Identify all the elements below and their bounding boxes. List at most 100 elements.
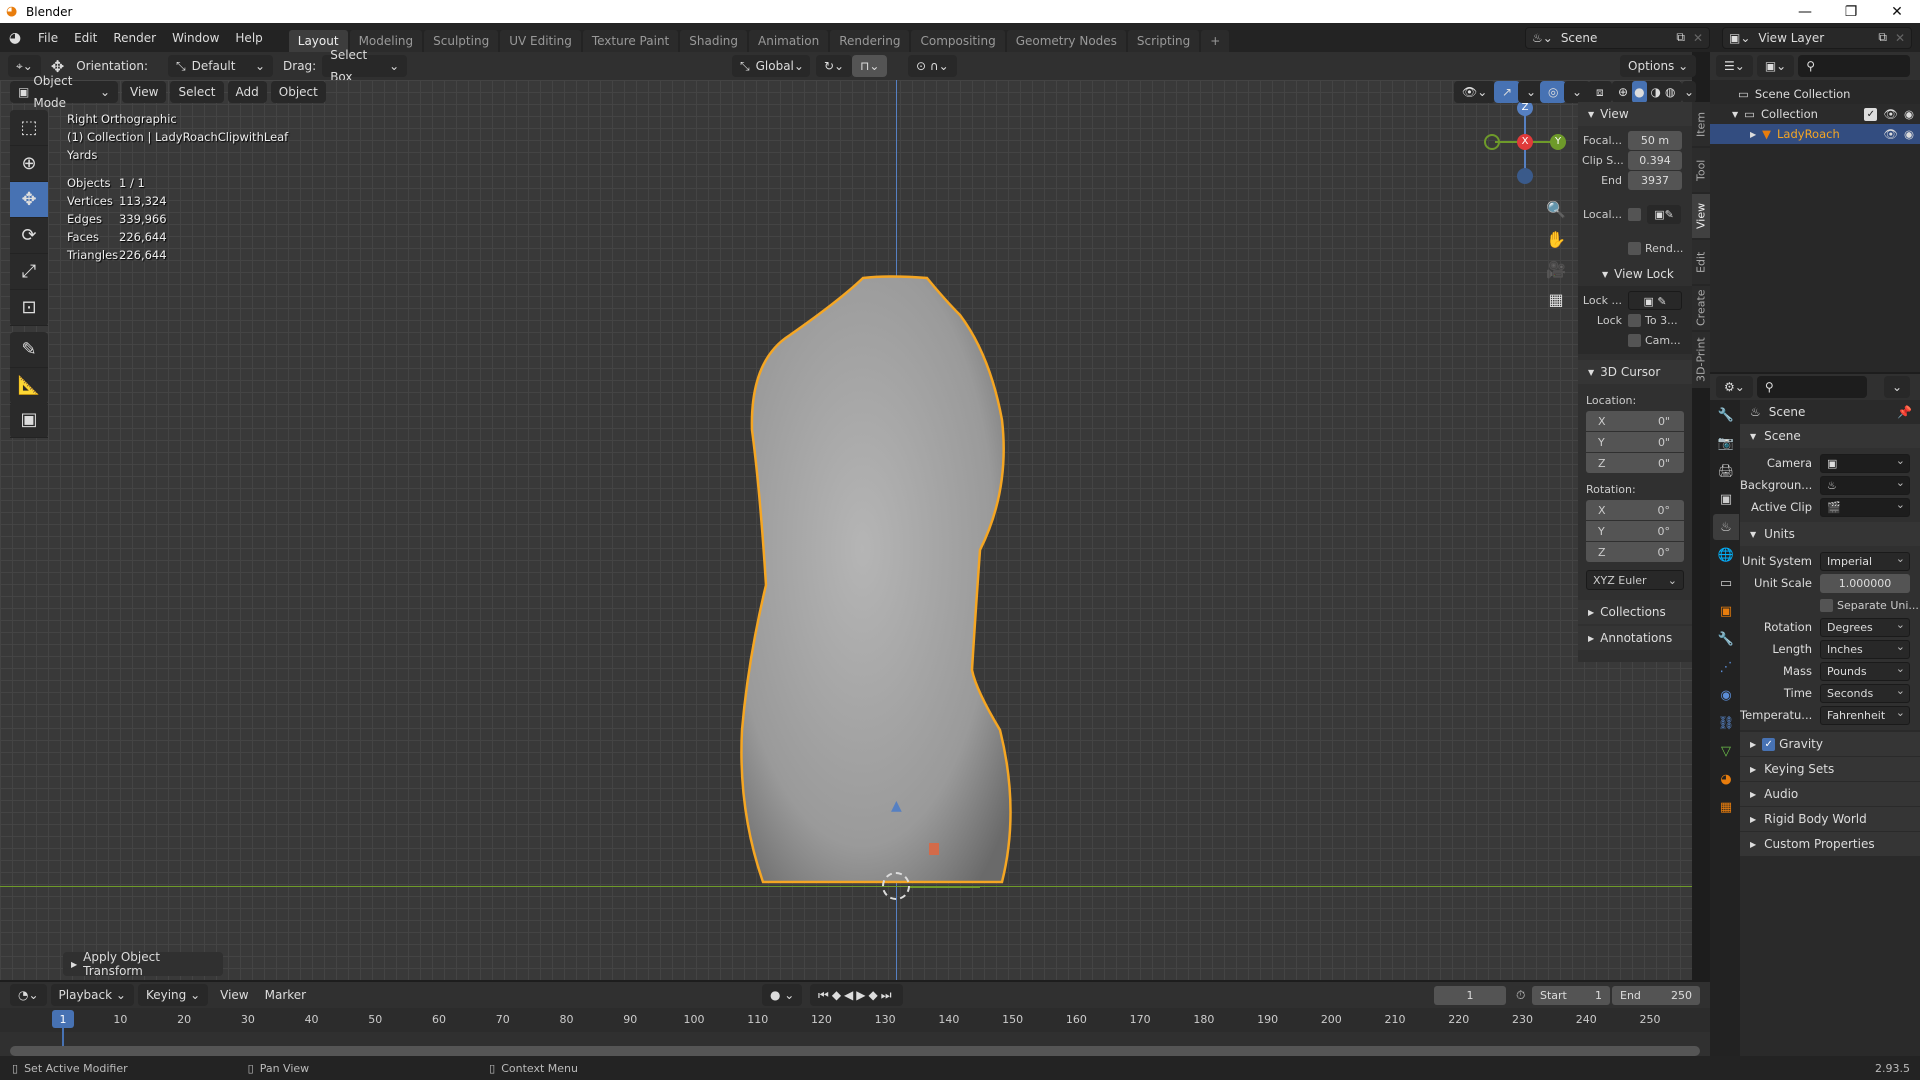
pan-hand-icon[interactable]: ✋ <box>1544 225 1568 255</box>
rotate-tool-icon[interactable]: ⟳ <box>10 218 48 254</box>
gravity-checkbox[interactable]: ✓ <box>1762 737 1776 751</box>
render-camera-icon[interactable]: ◉ <box>1904 127 1914 141</box>
tab-compositing[interactable]: Compositing <box>911 30 1005 52</box>
overlay-dropdown-icon[interactable]: ⌄ <box>1564 81 1591 103</box>
jump-start-icon[interactable]: ⏮ <box>818 984 832 1006</box>
separate-units-checkbox[interactable] <box>1820 598 1833 612</box>
object-mesh[interactable] <box>720 190 1070 890</box>
sidebar-tab-edit[interactable]: Edit <box>1692 240 1710 284</box>
tab-animation[interactable]: Animation <box>749 30 829 52</box>
sidebar-tab-view[interactable]: View <box>1692 194 1710 238</box>
custom-properties-section-header[interactable]: ▶ Custom Properties <box>1740 832 1920 856</box>
view-lock-section-header[interactable]: ▼ View Lock <box>1578 262 1692 286</box>
time-units-dropdown[interactable]: Seconds <box>1820 682 1910 703</box>
eye-icon[interactable]: 👁 <box>1883 107 1898 121</box>
delete-view-layer-icon[interactable]: ✕ <box>1895 31 1905 45</box>
pivot-point-icon[interactable]: ↻⌄ <box>816 55 853 77</box>
outliner-search-input[interactable]: ⚲ <box>1798 55 1910 77</box>
length-units-dropdown[interactable]: Inches <box>1820 638 1910 659</box>
jump-end-icon[interactable]: ⏭ <box>881 984 895 1006</box>
view-layer-props-tab-icon[interactable]: ▣ <box>1713 486 1739 512</box>
annotations-section-header[interactable]: ▶ Annotations <box>1578 626 1692 650</box>
timeline-editor-type-icon[interactable]: ◔⌄ <box>10 984 47 1006</box>
menu-edit[interactable]: Edit <box>66 27 105 49</box>
3d-cursor-section-header[interactable]: ▼ 3D Cursor <box>1578 360 1692 384</box>
xray-toggle-icon[interactable]: ⧈ <box>1588 81 1612 103</box>
physics-props-tab-icon[interactable]: ◉ <box>1713 682 1739 708</box>
select-box-tool-icon[interactable]: ⬚ <box>10 110 48 146</box>
3d-viewport[interactable]: ▲ Right Orthographic (1) Collection | La… <box>0 80 1692 980</box>
snap-icon[interactable]: ⊓⌄ <box>852 55 888 77</box>
material-shading-icon[interactable]: ◑ <box>1651 81 1661 103</box>
menu-file[interactable]: File <box>30 27 66 49</box>
tab-rendering[interactable]: Rendering <box>830 30 910 52</box>
viewport-menu-select[interactable]: Select <box>170 81 224 103</box>
menu-help[interactable]: Help <box>227 27 270 49</box>
navigation-gizmo[interactable]: Z X Y <box>1480 100 1570 190</box>
delete-scene-icon[interactable]: ✕ <box>1693 31 1703 45</box>
view-section-header[interactable]: ▼ View <box>1578 102 1692 126</box>
gizmo-x-axis[interactable]: X <box>1517 134 1533 150</box>
transform-orientation-dropdown[interactable]: ⤡ Global ⌄ <box>732 55 810 77</box>
proportional-edit-icon[interactable]: ⊙ ∩⌄ <box>908 55 957 77</box>
last-operator-panel[interactable]: ▶ Apply Object Transform <box>63 950 223 978</box>
add-workspace-button[interactable]: + <box>1201 30 1230 52</box>
cursor-rotation-x-field[interactable]: X 0° <box>1586 500 1684 520</box>
move-gizmo-z-arrow-icon[interactable]: ▲ <box>891 798 902 814</box>
timeline-view-menu[interactable]: View <box>212 984 256 1006</box>
rotation-mode-dropdown[interactable]: XYZ Euler ⌄ <box>1586 570 1684 590</box>
render-camera-icon[interactable]: ◉ <box>1904 107 1914 121</box>
outliner-row-collection[interactable]: ▼ ▭ Collection ✓ 👁 ◉ <box>1710 104 1920 124</box>
active-clip-field[interactable]: 🎬 <box>1820 496 1910 517</box>
current-frame-field[interactable]: 1 <box>1434 985 1506 1005</box>
eye-icon[interactable]: 👁 <box>1883 127 1898 141</box>
minimize-button[interactable]: — <box>1782 0 1828 23</box>
drag-dropdown[interactable]: Select Box ⌄ <box>322 48 408 84</box>
blender-menu-icon[interactable]: ◕ <box>0 30 30 46</box>
lock-to-3d-cursor-checkbox[interactable] <box>1628 313 1641 327</box>
options-dropdown[interactable]: Options ⌄ <box>1620 55 1697 77</box>
solid-shading-icon[interactable]: ● <box>1632 81 1647 103</box>
wireframe-shading-icon[interactable]: ⊕ <box>1618 81 1628 103</box>
clip-start-field[interactable]: 0.394 <box>1628 150 1682 170</box>
tool-props-tab-icon[interactable]: 🔧 <box>1713 402 1739 428</box>
gizmo-neg-z-axis[interactable] <box>1517 168 1533 184</box>
playback-menu[interactable]: Playback ⌄ <box>50 984 134 1006</box>
move-tool-button-icon[interactable]: ✥ <box>10 182 48 218</box>
output-props-tab-icon[interactable]: 🖨 <box>1713 458 1739 484</box>
tab-texture-paint[interactable]: Texture Paint <box>582 30 679 52</box>
texture-props-tab-icon[interactable]: ▦ <box>1713 794 1739 820</box>
world-props-tab-icon[interactable]: 🌐 <box>1713 542 1739 568</box>
cursor-rotation-y-field[interactable]: Y 0° <box>1586 521 1684 541</box>
units-section-header[interactable]: ▼ Units <box>1740 522 1920 546</box>
cursor-rotation-z-field[interactable]: Z 0° <box>1586 542 1684 562</box>
cursor-tool-icon[interactable]: ⊕ <box>10 146 48 182</box>
prev-keyframe-icon[interactable]: ◆ <box>832 984 844 1006</box>
camera-view-icon[interactable]: 🎥 <box>1544 255 1568 285</box>
tab-scripting[interactable]: Scripting <box>1127 30 1200 52</box>
properties-options-icon[interactable]: ⌄ <box>1883 376 1910 398</box>
display-mode-icon[interactable]: ▣⌄ <box>1756 55 1795 77</box>
collection-props-tab-icon[interactable]: ▭ <box>1713 570 1739 596</box>
constraints-props-tab-icon[interactable]: ⛓ <box>1713 710 1739 736</box>
annotate-tool-icon[interactable]: ✎ <box>10 332 48 368</box>
render-region-checkbox[interactable] <box>1628 241 1641 255</box>
view-layer-selector[interactable]: ▣⌄ View Layer ⧉ ✕ <box>1722 26 1912 49</box>
end-frame-field[interactable]: End 250 <box>1612 985 1700 1005</box>
add-cube-tool-icon[interactable]: ▣ <box>10 402 48 438</box>
rendered-shading-icon[interactable]: ◍ <box>1665 81 1675 103</box>
next-keyframe-icon[interactable]: ◆ <box>869 984 881 1006</box>
outliner-row-scene-collection[interactable]: ▭ Scene Collection <box>1710 84 1920 104</box>
focal-length-field[interactable]: 50 m <box>1628 130 1682 150</box>
new-view-layer-icon[interactable]: ⧉ <box>1878 30 1887 45</box>
sidebar-tab-3d-print[interactable]: 3D-Print <box>1692 332 1710 388</box>
viewport-menu-object[interactable]: Object <box>270 81 326 103</box>
clip-end-field[interactable]: 3937 <box>1628 170 1682 190</box>
marker-menu[interactable]: Marker <box>257 984 314 1006</box>
lock-object-picker[interactable]: ▣ ✎ <box>1628 290 1682 310</box>
data-props-tab-icon[interactable]: ▽ <box>1713 738 1739 764</box>
menu-window[interactable]: Window <box>164 27 227 49</box>
sidebar-tab-create[interactable]: Create <box>1692 286 1710 330</box>
modifier-props-tab-icon[interactable]: 🔧 <box>1713 626 1739 652</box>
tab-uv-editing[interactable]: UV Editing <box>500 30 581 52</box>
